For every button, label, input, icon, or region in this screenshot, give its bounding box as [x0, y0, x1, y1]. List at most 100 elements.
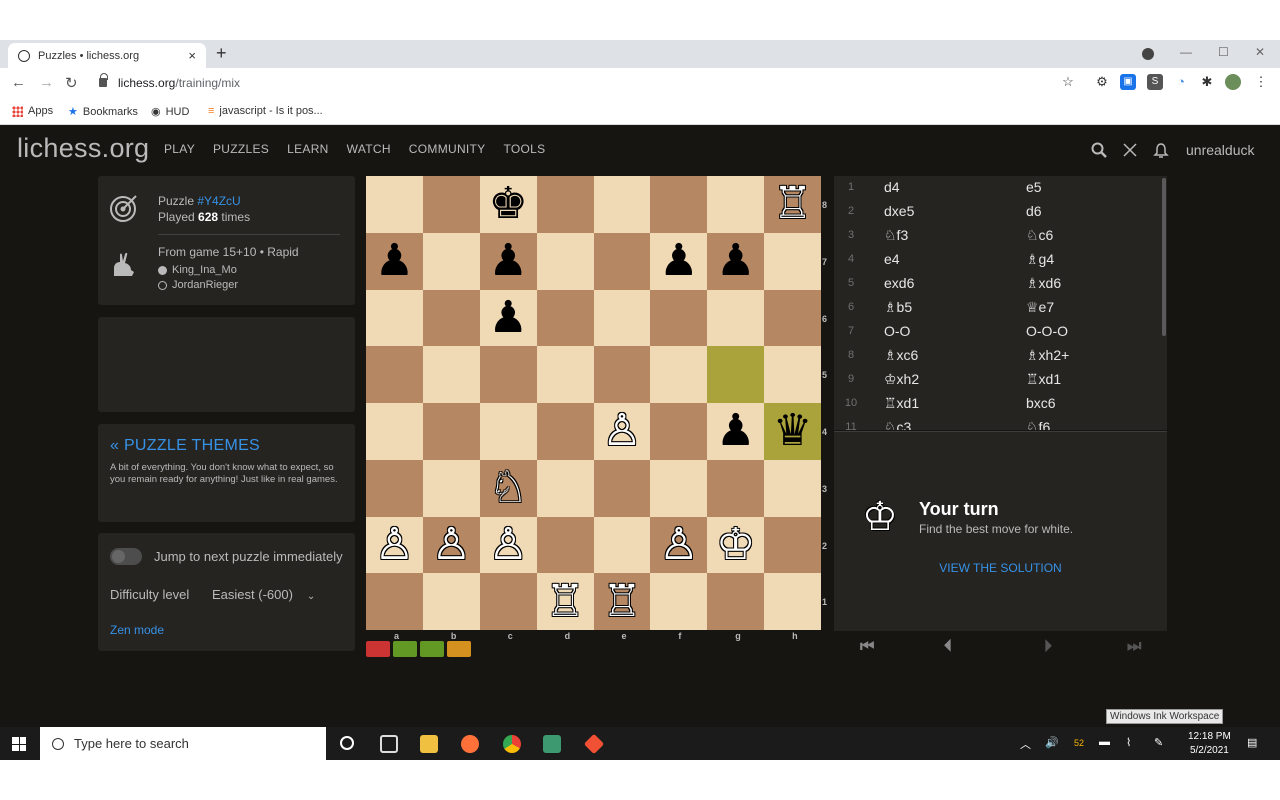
white-move[interactable]: ♗xc6 [884, 347, 918, 364]
chess-board[interactable]: ♚♖♟♟♟♟♟♙♟♛♘♙♙♙♙♔♖♖ [366, 176, 821, 630]
site-logo[interactable]: lichess.org [17, 133, 149, 164]
volume-icon[interactable]: 🔊 [1045, 736, 1059, 749]
black-pawn-piece[interactable]: ♟ [375, 239, 414, 283]
square-d2[interactable] [537, 517, 594, 574]
minimize-button[interactable]: — [1180, 45, 1192, 59]
git-icon[interactable] [584, 734, 604, 754]
jump-next-toggle[interactable] [110, 548, 142, 565]
extension-circle-icon[interactable]: ◔ [1173, 74, 1189, 90]
close-window-button[interactable]: ✕ [1255, 45, 1265, 59]
black-pawn-piece[interactable]: ♟ [716, 409, 755, 453]
square-e3[interactable] [594, 460, 651, 517]
square-b5[interactable] [423, 346, 480, 403]
star-bookmark-icon[interactable]: ☆ [1060, 74, 1076, 90]
taskbar-search[interactable]: Type here to search [40, 727, 326, 760]
black-move[interactable]: O-O-O [1026, 323, 1068, 339]
square-h6[interactable] [764, 290, 821, 347]
first-move-button[interactable]: ⏮ [860, 638, 874, 656]
browser-tab[interactable]: Puzzles • lichess.org × [8, 43, 206, 68]
difficulty-select[interactable]: Easiest (-600)⌄ [212, 587, 315, 602]
white-move[interactable]: exd6 [884, 275, 914, 291]
white-rook-piece[interactable]: ♖ [545, 580, 584, 624]
white-pawn-piece[interactable]: ♙ [659, 523, 698, 567]
square-e4[interactable]: ♙ [594, 403, 651, 460]
tab-close-button[interactable]: × [188, 48, 196, 63]
square-f5[interactable] [650, 346, 707, 403]
player-black[interactable]: King_Ina_Mo [158, 264, 237, 276]
square-b6[interactable] [423, 290, 480, 347]
chevron-up-icon[interactable]: ︿ [1020, 736, 1031, 752]
menu-dots-icon[interactable]: ⋮ [1253, 74, 1269, 90]
square-e2[interactable] [594, 517, 651, 574]
nav-watch[interactable]: WATCH [347, 142, 391, 156]
square-h7[interactable] [764, 233, 821, 290]
black-move[interactable]: ♕e7 [1026, 299, 1054, 316]
square-a7[interactable]: ♟ [366, 233, 423, 290]
white-pawn-piece[interactable]: ♙ [488, 523, 527, 567]
clock[interactable]: 12:18 PM5/2/2021 [1188, 730, 1231, 758]
white-move[interactable]: ♘c3 [884, 419, 911, 430]
square-c4[interactable] [480, 403, 537, 460]
square-e8[interactable] [594, 176, 651, 233]
puzzle-progress-marker[interactable] [366, 641, 390, 657]
square-a5[interactable] [366, 346, 423, 403]
square-b8[interactable] [423, 176, 480, 233]
white-king-piece[interactable]: ♔ [716, 523, 755, 567]
chrome-icon[interactable] [503, 735, 521, 753]
black-pawn-piece[interactable]: ♟ [488, 296, 527, 340]
bookmark-bookmarks[interactable]: ★Bookmarks [68, 105, 138, 118]
white-move[interactable]: d4 [884, 179, 900, 195]
square-d4[interactable] [537, 403, 594, 460]
wifi-icon[interactable]: ⌇ [1126, 736, 1131, 749]
black-move[interactable]: ♖xd1 [1026, 371, 1061, 388]
extension-s-icon[interactable]: S [1147, 74, 1163, 90]
black-move[interactable]: ♘c6 [1026, 227, 1053, 244]
puzzle-themes-link[interactable]: « PUZZLE THEMES [110, 437, 260, 455]
notifications-icon[interactable]: ▤ [1247, 736, 1257, 749]
lock-icon[interactable] [99, 78, 107, 87]
square-h2[interactable] [764, 517, 821, 574]
square-c5[interactable] [480, 346, 537, 403]
move-list[interactable]: 1d4e52dxe5d63♘f3♘c64e4♗g45exd6♗xd66♗b5♕e… [834, 176, 1167, 430]
square-e6[interactable] [594, 290, 651, 347]
square-e1[interactable]: ♖ [594, 573, 651, 630]
square-d6[interactable] [537, 290, 594, 347]
square-g7[interactable]: ♟ [707, 233, 764, 290]
square-e5[interactable] [594, 346, 651, 403]
square-a1[interactable] [366, 573, 423, 630]
white-move[interactable]: ♖xd1 [884, 395, 919, 412]
white-move[interactable]: O-O [884, 323, 910, 339]
nav-puzzles[interactable]: PUZZLES [213, 142, 269, 156]
move-list-scrollbar[interactable] [1162, 178, 1166, 336]
file-explorer-icon[interactable] [420, 735, 438, 753]
square-f4[interactable] [650, 403, 707, 460]
square-f8[interactable] [650, 176, 707, 233]
maximize-button[interactable]: ☐ [1218, 45, 1229, 59]
square-f2[interactable]: ♙ [650, 517, 707, 574]
square-b3[interactable] [423, 460, 480, 517]
white-knight-piece[interactable]: ♘ [488, 466, 527, 510]
black-move[interactable]: d6 [1026, 203, 1042, 219]
avatar[interactable] [1225, 74, 1241, 90]
bookmark-hud[interactable]: ◉HUD [151, 105, 189, 118]
square-h5[interactable] [764, 346, 821, 403]
square-d3[interactable] [537, 460, 594, 517]
player-white[interactable]: JordanRieger [158, 279, 238, 291]
square-d1[interactable]: ♖ [537, 573, 594, 630]
puzzle-progress-marker[interactable] [420, 641, 444, 657]
new-tab-button[interactable]: + [216, 43, 227, 64]
bookmark-apps[interactable]: Apps [12, 105, 53, 117]
reload-icon[interactable]: ↻ [65, 74, 78, 92]
square-a3[interactable] [366, 460, 423, 517]
square-c7[interactable]: ♟ [480, 233, 537, 290]
white-move[interactable]: e4 [884, 251, 900, 267]
square-g6[interactable] [707, 290, 764, 347]
square-b1[interactable] [423, 573, 480, 630]
puzzle-progress-marker[interactable] [393, 641, 417, 657]
white-move[interactable]: dxe5 [884, 203, 914, 219]
white-move[interactable]: ♗b5 [884, 299, 912, 316]
next-move-button[interactable]: ⏵ [1044, 638, 1052, 656]
white-rook-piece[interactable]: ♖ [773, 182, 812, 226]
forward-icon[interactable]: → [39, 74, 54, 91]
square-h8[interactable]: ♖ [764, 176, 821, 233]
